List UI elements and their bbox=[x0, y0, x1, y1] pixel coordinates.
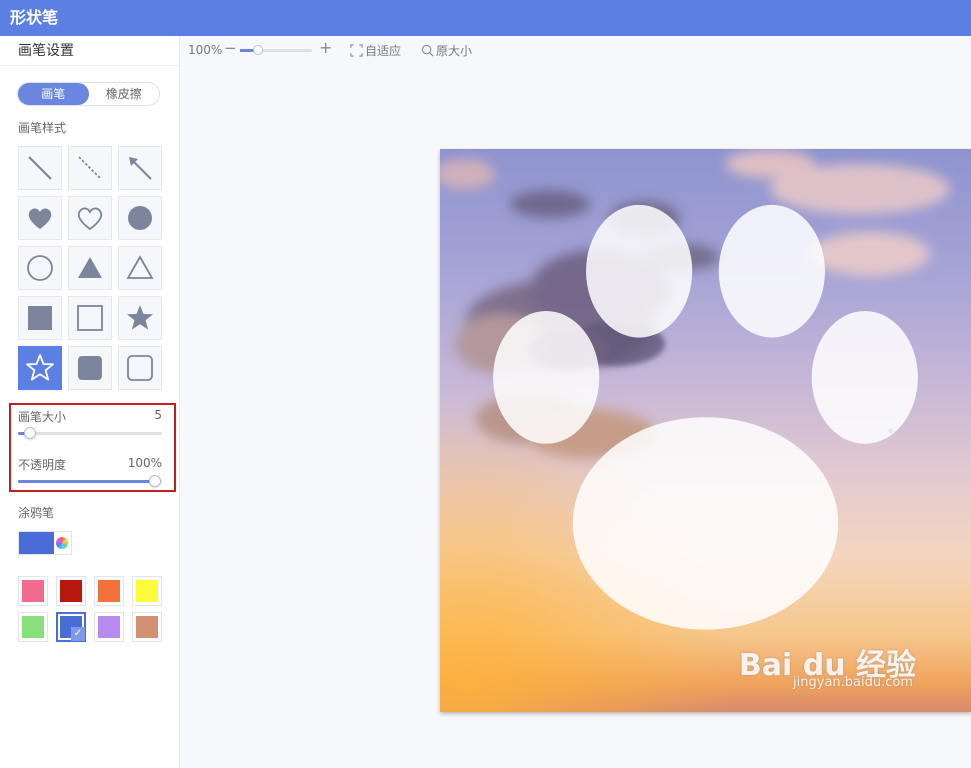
current-color-swatch[interactable] bbox=[19, 532, 54, 554]
eraser-mode-tab[interactable]: 橡皮擦 bbox=[89, 83, 160, 105]
mode-toggle: 画笔 橡皮擦 bbox=[17, 82, 160, 106]
shape-dashed-line-button[interactable] bbox=[68, 146, 112, 190]
color-swatch[interactable] bbox=[132, 576, 162, 606]
shape-arrow-button[interactable] bbox=[118, 146, 162, 190]
opacity-slider[interactable] bbox=[18, 475, 162, 487]
color-swatch[interactable] bbox=[18, 612, 48, 642]
shape-triangle-filled-button[interactable] bbox=[68, 246, 112, 290]
fit-label: 自适应 bbox=[365, 44, 402, 58]
color-palette: ✓ bbox=[18, 576, 164, 642]
panel-header: 画笔设置 bbox=[0, 36, 179, 66]
circle-outline-icon bbox=[27, 255, 53, 281]
color-wheel-icon[interactable] bbox=[53, 532, 71, 554]
zoom-slider[interactable] bbox=[240, 45, 312, 55]
watermark-url: jingyan.baidu.com bbox=[793, 675, 913, 690]
original-size-button[interactable]: 原大小 bbox=[421, 42, 472, 59]
brush-size-handle[interactable] bbox=[23, 427, 36, 439]
fit-icon bbox=[350, 44, 363, 57]
square-filled-icon bbox=[28, 306, 52, 330]
canvas-toolbar: 100% − + 自适应 原大小 bbox=[180, 36, 971, 64]
brush-settings-panel: 画笔设置 画笔 橡皮擦 画笔样式 画笔大小 5 不透明度 100% 涂鸦笔 ✓ bbox=[0, 36, 180, 768]
shape-star-outline-button[interactable] bbox=[18, 346, 62, 390]
shape-square-outline-button[interactable] bbox=[68, 296, 112, 340]
zoom-out-button[interactable]: − bbox=[224, 39, 237, 57]
color-chip bbox=[136, 580, 158, 602]
doodle-pen-label: 涂鸦笔 bbox=[18, 506, 55, 520]
shape-star-filled-button[interactable] bbox=[118, 296, 162, 340]
zoom-in-button[interactable]: + bbox=[319, 38, 332, 57]
triangle-filled-icon bbox=[78, 257, 102, 278]
opacity-value: 100% bbox=[127, 456, 162, 470]
rounded-square-filled-icon bbox=[78, 356, 102, 380]
zoom-level: 100% bbox=[188, 43, 223, 57]
shape-line-button[interactable] bbox=[18, 146, 62, 190]
opacity-fill bbox=[18, 480, 155, 483]
check-icon: ✓ bbox=[71, 627, 85, 641]
color-swatch[interactable] bbox=[56, 576, 86, 606]
brush-size-label: 画笔大小 bbox=[18, 410, 67, 424]
dashed-line-icon bbox=[78, 156, 102, 180]
color-swatch[interactable] bbox=[94, 612, 124, 642]
brush-size-value: 5 bbox=[154, 408, 162, 422]
app-title: 形状笔 bbox=[10, 8, 59, 27]
fit-to-window-button[interactable]: 自适应 bbox=[350, 42, 401, 59]
brush-size-slider[interactable] bbox=[18, 427, 162, 439]
color-chip bbox=[98, 580, 120, 602]
triangle-outline-icon bbox=[126, 255, 154, 279]
color-swatch[interactable]: ✓ bbox=[56, 612, 86, 642]
original-size-label: 原大小 bbox=[436, 44, 473, 58]
line-icon bbox=[28, 156, 52, 180]
color-swatch[interactable] bbox=[18, 576, 48, 606]
zoom-handle[interactable] bbox=[253, 45, 263, 55]
brush-mode-tab[interactable]: 画笔 bbox=[18, 83, 89, 105]
app-title-bar: 形状笔 bbox=[0, 0, 971, 36]
color-chip bbox=[136, 616, 158, 638]
shape-grid bbox=[18, 146, 163, 390]
color-swatch[interactable] bbox=[132, 612, 162, 642]
current-color-picker[interactable] bbox=[18, 531, 72, 555]
circle-filled-icon bbox=[128, 206, 152, 230]
opacity-label: 不透明度 bbox=[18, 458, 67, 472]
opacity-handle[interactable] bbox=[148, 475, 161, 487]
shape-heart-outline-button[interactable] bbox=[68, 196, 112, 240]
shape-circle-outline-button[interactable] bbox=[18, 246, 62, 290]
canvas-image[interactable]: Bai du 经验 jingyan.baidu.com bbox=[440, 149, 971, 712]
square-outline-icon bbox=[77, 305, 103, 331]
arrow-icon bbox=[129, 157, 152, 180]
shape-square-filled-button[interactable] bbox=[18, 296, 62, 340]
color-chip bbox=[22, 616, 44, 638]
baidu-paw-logo bbox=[493, 204, 918, 630]
star-outline-icon bbox=[26, 354, 54, 381]
color-chip bbox=[60, 580, 82, 602]
color-chip bbox=[22, 580, 44, 602]
color-swatch[interactable] bbox=[94, 576, 124, 606]
shape-triangle-outline-button[interactable] bbox=[118, 246, 162, 290]
shape-heart-filled-button[interactable] bbox=[18, 196, 62, 240]
rounded-square-outline-icon bbox=[127, 355, 153, 381]
color-chip bbox=[98, 616, 120, 638]
brush-style-label: 画笔样式 bbox=[18, 121, 67, 135]
shape-circle-filled-button[interactable] bbox=[118, 196, 162, 240]
star-filled-icon bbox=[127, 305, 153, 330]
heart-filled-icon bbox=[28, 208, 52, 229]
shape-rounded-square-filled-button[interactable] bbox=[68, 346, 112, 390]
shape-rounded-square-outline-button[interactable] bbox=[118, 346, 162, 390]
heart-outline-icon bbox=[77, 207, 103, 231]
magnifier-icon bbox=[421, 44, 434, 57]
